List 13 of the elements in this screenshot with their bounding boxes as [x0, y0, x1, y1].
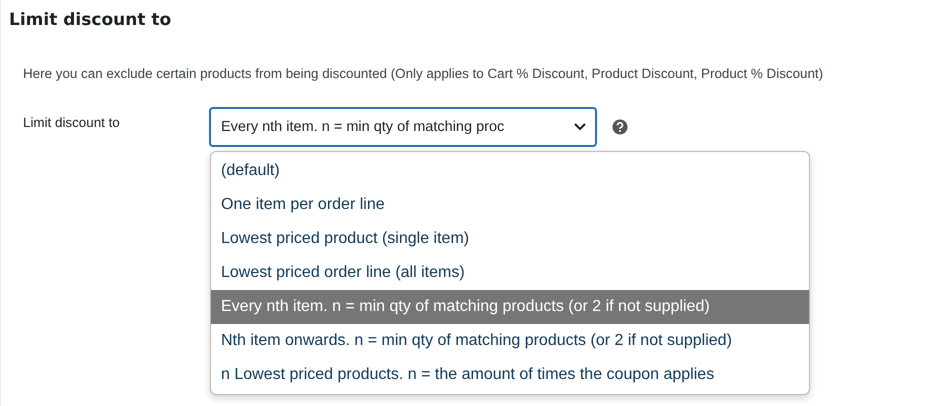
- dropdown-option[interactable]: One item per order line: [211, 188, 809, 222]
- dropdown-option[interactable]: Lowest priced order line (all items): [211, 256, 809, 290]
- dropdown-option[interactable]: Nth item onwards. n = min qty of matching products (or 2 if not supplied): [211, 324, 809, 358]
- description-text: Here you can exclude certain products from being discounted (Only applies to Cart % Discount, Product Discount, Product % Discount): [23, 66, 824, 81]
- section-title: Limit discount to: [9, 10, 172, 30]
- limit-select[interactable]: Every nth item. n = min qty of matching proc: [209, 107, 597, 147]
- help-icon[interactable]: [612, 119, 628, 135]
- dropdown-option[interactable]: Lowest priced product (single item): [211, 222, 809, 256]
- dropdown-option[interactable]: n Lowest priced products. n = the amount of times the coupon applies: [211, 358, 809, 392]
- dropdown-option[interactable]: Every nth item. n = min qty of matching products (or 2 if not supplied): [211, 290, 809, 324]
- field-label: Limit discount to: [22, 114, 121, 130]
- chevron-icon: [573, 122, 587, 132]
- dropdown-option[interactable]: (default): [211, 154, 809, 188]
